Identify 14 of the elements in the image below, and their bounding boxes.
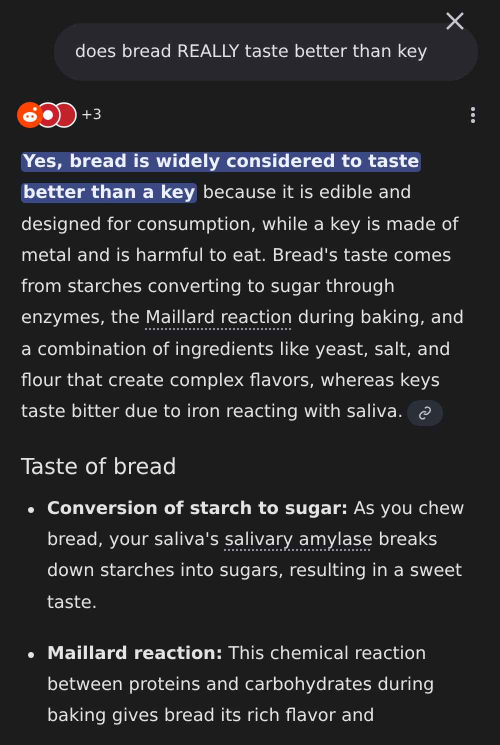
source-icons[interactable] [16, 101, 78, 129]
term-link[interactable]: salivary amylase [224, 530, 373, 550]
bullet-text: Conversion of starch to sugar: As you chew bread, your saliva's salivary amylase breaks down starches into sugars, resulting in a sweet taste. [47, 498, 466, 615]
bullet-text: Maillard reaction: This chemical reaction between proteins and carbohydrates during baking gives bread its rich flavor and [47, 642, 436, 728]
source-count[interactable]: +3 [81, 107, 102, 123]
term-link[interactable]: Maillard reaction [145, 308, 292, 328]
section-heading: Taste of bread [21, 454, 178, 480]
answer-paragraph: Yes, bread is widely considered to taste better than a key because it is edible and designed for consumption, while a key is made of metal and is harmful to eat. Bread's taste comes from starches converting to sugar through enzymes, the Maillard reaction during baking, and a combination of ingredients like yeast, salt, and flour that create complex flavors, whereas keys taste bitter due to iron reacting with saliva. [21, 147, 480, 429]
bullet-dot [28, 652, 34, 658]
more-icon[interactable] [470, 106, 476, 124]
link-button[interactable] [407, 400, 444, 426]
query-bubble: does bread REALLY taste better than key [54, 23, 478, 81]
link-icon [418, 406, 432, 420]
bullet-dot [28, 506, 34, 513]
